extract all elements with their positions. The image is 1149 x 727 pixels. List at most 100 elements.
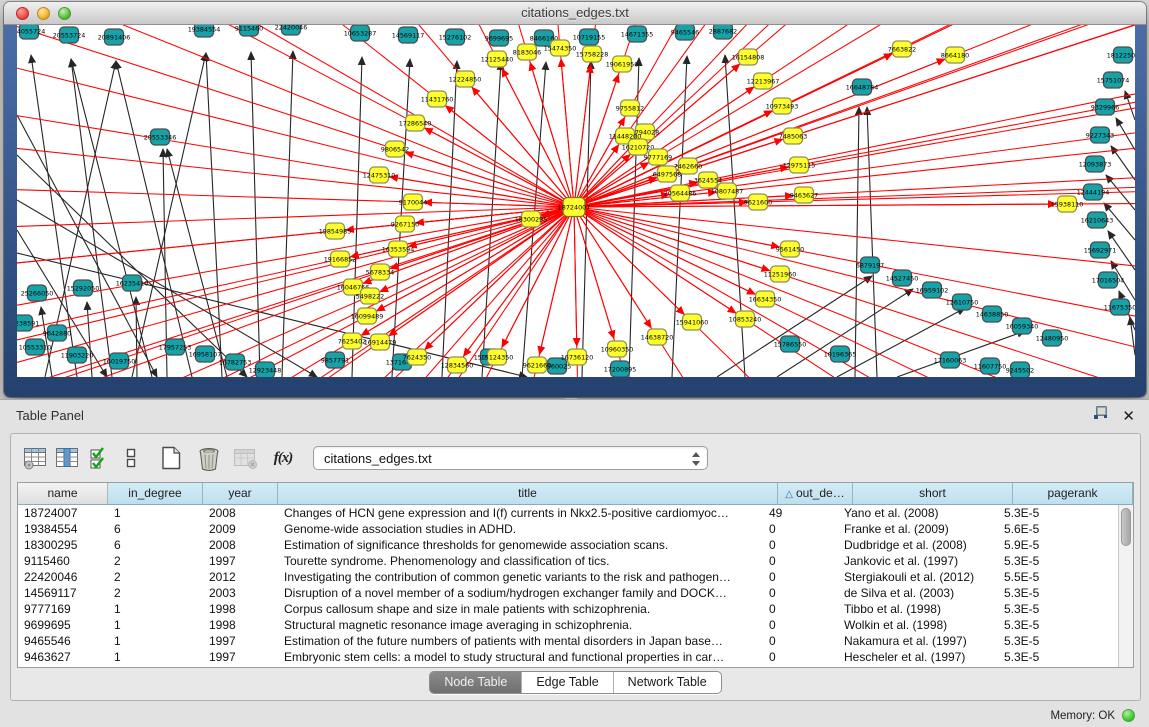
select-all-icon[interactable] — [83, 443, 115, 473]
table-row[interactable]: 1872400712008Changes of HCN gene express… — [18, 505, 1118, 521]
selected-edge — [472, 87, 574, 207]
table-row[interactable]: 1938455462009Genome-wide association stu… — [18, 521, 1118, 537]
graph-node-label: 10960350 — [601, 345, 634, 353]
column-header-out-de-[interactable]: △out_de… — [778, 483, 853, 504]
table-cell-year: 1997 — [203, 649, 278, 665]
table-cell-in-degree: 2 — [108, 553, 203, 569]
graph-node-label: 15941060 — [676, 318, 709, 326]
tab-node-table[interactable]: Node Table — [430, 672, 522, 693]
table-cell-short: Dudbridge et al. (2008) — [838, 537, 998, 553]
table-row[interactable]: 2242004622012Investigating the contribut… — [18, 569, 1118, 585]
table-panel-body: f(x) citations_edges.txt namein_degreeye… — [10, 433, 1141, 701]
tab-network-table[interactable]: Network Table — [614, 672, 721, 693]
graph-node-label: 15786550 — [774, 340, 807, 348]
status-bar: Memory: OK — [1050, 709, 1135, 722]
graph-node-label: 11431760 — [421, 95, 454, 103]
close-panel-icon[interactable]: ✕ — [1122, 407, 1135, 425]
table-cell-year: 2012 — [203, 569, 278, 585]
table-cell-out-de-: 0 — [763, 617, 838, 633]
selected-edge — [139, 25, 574, 207]
citation-network-graph[interactable]: 2405572420553724208914061938455491154602… — [17, 25, 1135, 377]
float-panel-icon[interactable] — [1093, 406, 1108, 425]
vertical-scrollbar[interactable] — [1118, 505, 1133, 667]
graph-node-label: 12834560 — [441, 361, 474, 369]
table-cell-pagerank: 5.5E-5 — [998, 569, 1118, 585]
table-cell-short: Tibbo et al. (1998) — [838, 601, 998, 617]
graph-node-label: 14638720 — [641, 333, 674, 341]
table-row[interactable]: 1830029562008Estimation of significance … — [18, 537, 1118, 553]
table-cell-out-de-: 0 — [763, 633, 838, 649]
graph-node-label: 9621660 — [523, 361, 551, 369]
graph-node-label: 10853240 — [729, 315, 762, 323]
table-cell-title: Genome-wide association studies in ADHD. — [278, 521, 763, 537]
graph-node-label: 12923448 — [249, 366, 282, 374]
graph-node-label: 16059340 — [1006, 322, 1039, 330]
selected-edge — [574, 207, 755, 294]
tab-edge-table[interactable]: Edge Table — [522, 672, 613, 693]
scrollbar-thumb[interactable] — [1121, 508, 1131, 546]
column-header-title[interactable]: title — [278, 483, 778, 504]
graph-node-label: 15124350 — [481, 353, 514, 361]
import-table-icon[interactable] — [229, 443, 261, 473]
table-select-dropdown[interactable]: citations_edges.txt — [313, 446, 708, 470]
graph-node-label: 12475310 — [363, 171, 396, 179]
table-row[interactable]: 946554611997Estimation of the future num… — [18, 633, 1118, 649]
function-builder-icon[interactable]: f(x) — [267, 443, 299, 473]
table-row[interactable]: 1456911722003Disruption of a novel membe… — [18, 585, 1118, 601]
table-row[interactable]: 977716911998Corpus callosum shape and si… — [18, 601, 1118, 617]
table-row[interactable]: 969969511998Structural magnetic resonanc… — [18, 617, 1118, 633]
delete-table-icon[interactable] — [193, 443, 225, 473]
table-select-value: citations_edges.txt — [324, 451, 432, 466]
table-cell-in-degree: 6 — [108, 537, 203, 553]
table-cell-title: Disruption of a novel member of a sodium… — [278, 585, 763, 601]
column-header-year[interactable]: year — [203, 483, 278, 504]
citation-edge — [1111, 146, 1135, 180]
table-cell-in-degree: 1 — [108, 505, 203, 521]
column-header-pagerank[interactable]: pagerank — [1013, 483, 1133, 504]
graph-node-label: 6497568 — [653, 170, 681, 178]
selected-edge — [425, 207, 574, 349]
table-cell-in-degree: 2 — [108, 569, 203, 585]
table-cell-name: 18300295 — [18, 537, 108, 553]
table-cell-name: 19384554 — [18, 521, 108, 537]
graph-node-label: 10553310 — [19, 343, 52, 351]
table-cell-out-de-: 0 — [763, 601, 838, 617]
table-cell-in-degree: 1 — [108, 601, 203, 617]
table-cell-out-de-: 0 — [763, 521, 838, 537]
graph-node-label: 16019750 — [103, 357, 136, 365]
column-header-in-degree[interactable]: in_degree — [108, 483, 203, 504]
graph-node-label: 9463627 — [790, 191, 818, 199]
table-cell-pagerank: 5.6E-5 — [998, 521, 1118, 537]
selected-edge — [446, 106, 574, 207]
window-title: citations_edges.txt — [4, 5, 1146, 20]
table-cell-name: 22420046 — [18, 569, 108, 585]
table-mode-icon[interactable] — [19, 443, 51, 473]
table-row[interactable]: 911546021997Tourette syndrome. Phenomeno… — [18, 553, 1118, 569]
table-cell-title: Structural magnetic resonance image aver… — [278, 617, 763, 633]
row-height-icon[interactable] — [115, 443, 147, 473]
citation-edge — [251, 52, 260, 377]
network-canvas[interactable]: 2405572420553724208914061938455491154602… — [17, 25, 1135, 377]
table-cell-short: Nakamura et al. (1997) — [838, 633, 998, 649]
citation-edge — [725, 55, 745, 377]
table-tabs: Node TableEdge TableNetwork Table — [11, 671, 1140, 694]
graph-node-label: 16099489 — [351, 312, 384, 320]
graph-node-label: 9857791 — [321, 356, 349, 364]
graph-node-label: 15292050 — [67, 284, 100, 292]
column-header-short[interactable]: short — [853, 483, 1013, 504]
graph-node-label: 20553724 — [53, 31, 86, 39]
window-titlebar[interactable]: citations_edges.txt — [4, 2, 1146, 25]
table-body: 1872400712008Changes of HCN gene express… — [18, 505, 1118, 667]
create-table-icon[interactable] — [155, 443, 187, 473]
graph-node-label: 12444194 — [1077, 188, 1110, 196]
table-row[interactable]: 946362711997Embryonic stem cells: a mode… — [18, 649, 1118, 665]
show-columns-icon[interactable] — [51, 443, 83, 473]
graph-node-label: 8183046 — [513, 48, 541, 56]
graph-node-label: 17286540 — [399, 119, 432, 127]
graph-node-label: 9245502 — [1006, 366, 1034, 374]
column-header-name[interactable]: name — [18, 483, 108, 504]
table-cell-pagerank: 5.3E-5 — [998, 585, 1118, 601]
graph-node-label: 9806542 — [381, 145, 409, 153]
graph-node-label: 9699695 — [485, 34, 513, 42]
graph-node-label: 14569117 — [392, 31, 425, 39]
